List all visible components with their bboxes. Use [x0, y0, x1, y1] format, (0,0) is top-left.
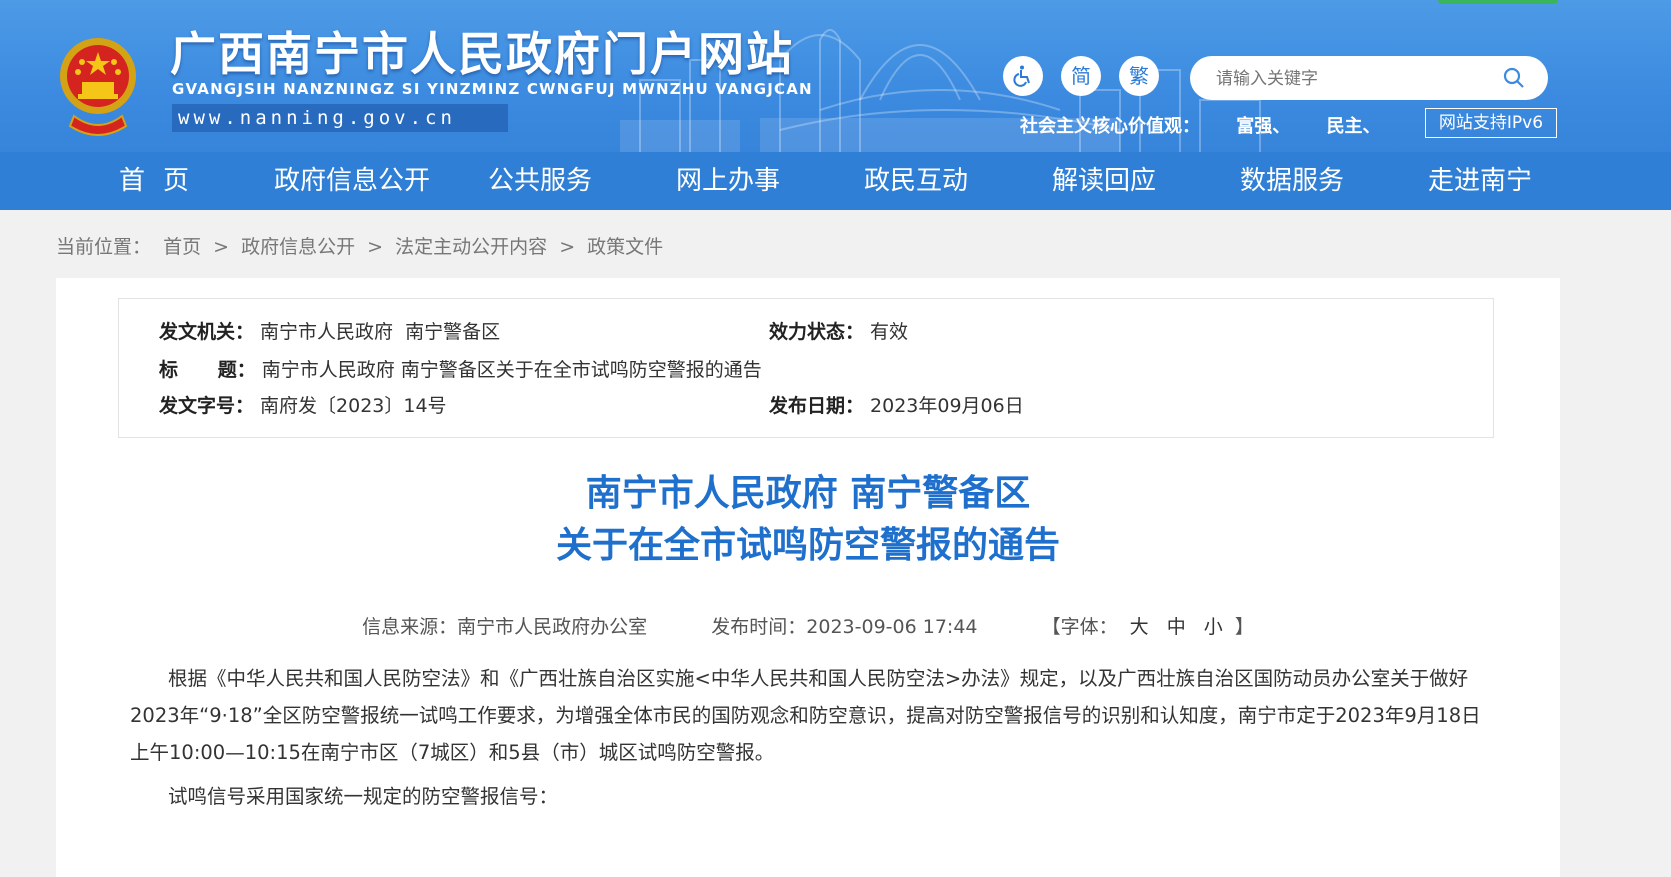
breadcrumb-link-statutory[interactable]: 法定主动公开内容 [395, 236, 547, 258]
nav-item-interaction[interactable]: 政民互动 [822, 152, 1010, 210]
breadcrumb-separator: > [367, 236, 384, 258]
meta-title-value: 南宁市人民政府 南宁警备区关于在全市试鸣防空警报的通告 [261, 359, 762, 381]
publish-time-value: 2023-09-06 17:44 [806, 616, 978, 638]
core-values-label: 社会主义核心价值观： [1020, 116, 1200, 137]
meta-date: 发布日期： 2023年09月06日 [769, 391, 1024, 418]
meta-issuer-value: 南宁市人民政府 南宁警备区 [260, 321, 501, 343]
site-url: www.nanning.gov.cn [172, 104, 508, 132]
article-panel: 发文机关： 南宁市人民政府 南宁警备区 效力状态： 有效 标 题： 南宁市人民政府 南… [56, 278, 1560, 877]
national-emblem-icon [60, 38, 136, 136]
meta-status-value: 有效 [870, 321, 909, 343]
meta-issuer-label: 发文机关： [159, 321, 255, 343]
meta-date-label: 发布日期： [769, 395, 865, 417]
site-title: 广西南宁市人民政府门户网站 [170, 27, 794, 81]
main-nav: 首页 政府信息公开 公共服务 网上办事 政民互动 解读回应 数据服务 走进南宁 [0, 152, 1671, 210]
core-values-marquee: 社会主义核心价值观： 富强、 民主、 [1020, 112, 1411, 138]
source-value: 南宁市人民政府办公室 [457, 616, 648, 638]
nav-item-interpretation[interactable]: 解读回应 [1010, 152, 1198, 210]
font-size-close: 】 [1234, 616, 1254, 638]
nav-item-public-service[interactable]: 公共服务 [446, 152, 634, 210]
article-title-line2: 关于在全市试鸣防空警报的通告 [555, 525, 1060, 566]
top-accent-bar [1438, 0, 1558, 4]
meta-issuer: 发文机关： 南宁市人民政府 南宁警备区 [159, 317, 500, 344]
wheelchair-icon [1013, 65, 1030, 87]
article-paragraph: 试鸣信号采用国家统一规定的防空警报信号： [168, 785, 559, 808]
document-meta-box: 发文机关： 南宁市人民政府 南宁警备区 效力状态： 有效 标 题： 南宁市人民政府 南… [118, 298, 1494, 438]
meta-doc-number-label: 发文字号： [159, 395, 255, 417]
breadcrumb-separator: > [213, 236, 230, 258]
breadcrumb-label: 当前位置： [56, 236, 152, 258]
nav-item-about-nanning[interactable]: 走进南宁 [1386, 152, 1574, 210]
meta-doc-number-value: 南府发〔2023〕14号 [260, 395, 447, 417]
core-value-item: 富强、 [1236, 116, 1291, 137]
article-info-line: 信息来源：南宁市人民政府办公室 发布时间：2023-09-06 17:44 【字… [56, 612, 1560, 639]
meta-title-label: 标 题： [159, 359, 256, 381]
meta-title: 标 题： 南宁市人民政府 南宁警备区关于在全市试鸣防空警报的通告 [159, 355, 762, 382]
nav-item-online-service[interactable]: 网上办事 [634, 152, 822, 210]
breadcrumb-link-home[interactable]: 首页 [163, 236, 201, 258]
breadcrumb-link-gov-info[interactable]: 政府信息公开 [241, 236, 355, 258]
meta-date-value: 2023年09月06日 [870, 395, 1024, 417]
font-size-label: 【字体： [1041, 616, 1118, 638]
search-input[interactable] [1214, 64, 1488, 94]
nav-item-gov-info[interactable]: 政府信息公开 [258, 152, 446, 210]
nav-item-data-service[interactable]: 数据服务 [1198, 152, 1386, 210]
font-size-small-button[interactable]: 小 [1204, 616, 1223, 638]
meta-status-label: 效力状态： [769, 321, 865, 343]
font-size-medium-button[interactable]: 中 [1167, 616, 1186, 638]
article-paragraph: 根据《中华人民共和国人民防空法》和《广西壮族自治区实施<中华人民共和国人民防空法… [130, 667, 1481, 764]
breadcrumb-link-policy[interactable]: 政策文件 [587, 236, 663, 258]
article-title: 南宁市人民政府 南宁警备区 关于在全市试鸣防空警报的通告 [56, 468, 1560, 572]
search-icon[interactable] [1502, 66, 1526, 90]
accessibility-button[interactable] [1003, 56, 1043, 96]
site-subtitle: GVANGJSIH NANZNINGZ SI YINZMINZ CWNGFUJ … [172, 80, 813, 98]
meta-doc-number: 发文字号： 南府发〔2023〕14号 [159, 391, 447, 418]
source-label: 信息来源： [362, 616, 458, 638]
ipv6-badge: 网站支持IPv6 [1425, 108, 1557, 138]
meta-status: 效力状态： 有效 [769, 317, 908, 344]
core-value-item: 民主、 [1326, 116, 1381, 137]
simplified-chinese-button[interactable]: 简 [1061, 56, 1101, 96]
publish-time-label: 发布时间： [711, 616, 807, 638]
search-box [1190, 56, 1548, 100]
font-size-large-button[interactable]: 大 [1130, 616, 1149, 638]
traditional-chinese-button[interactable]: 繁 [1119, 56, 1159, 96]
breadcrumb-separator: > [559, 236, 576, 258]
nav-item-home[interactable]: 首页 [88, 152, 238, 210]
header-banner: 广西南宁市人民政府门户网站 GVANGJSIH NANZNINGZ SI YIN… [0, 0, 1671, 152]
breadcrumb: 当前位置： 首页 > 政府信息公开 > 法定主动公开内容 > 政策文件 [56, 232, 669, 259]
article-title-line1: 南宁市人民政府 南宁警备区 [585, 473, 1031, 514]
